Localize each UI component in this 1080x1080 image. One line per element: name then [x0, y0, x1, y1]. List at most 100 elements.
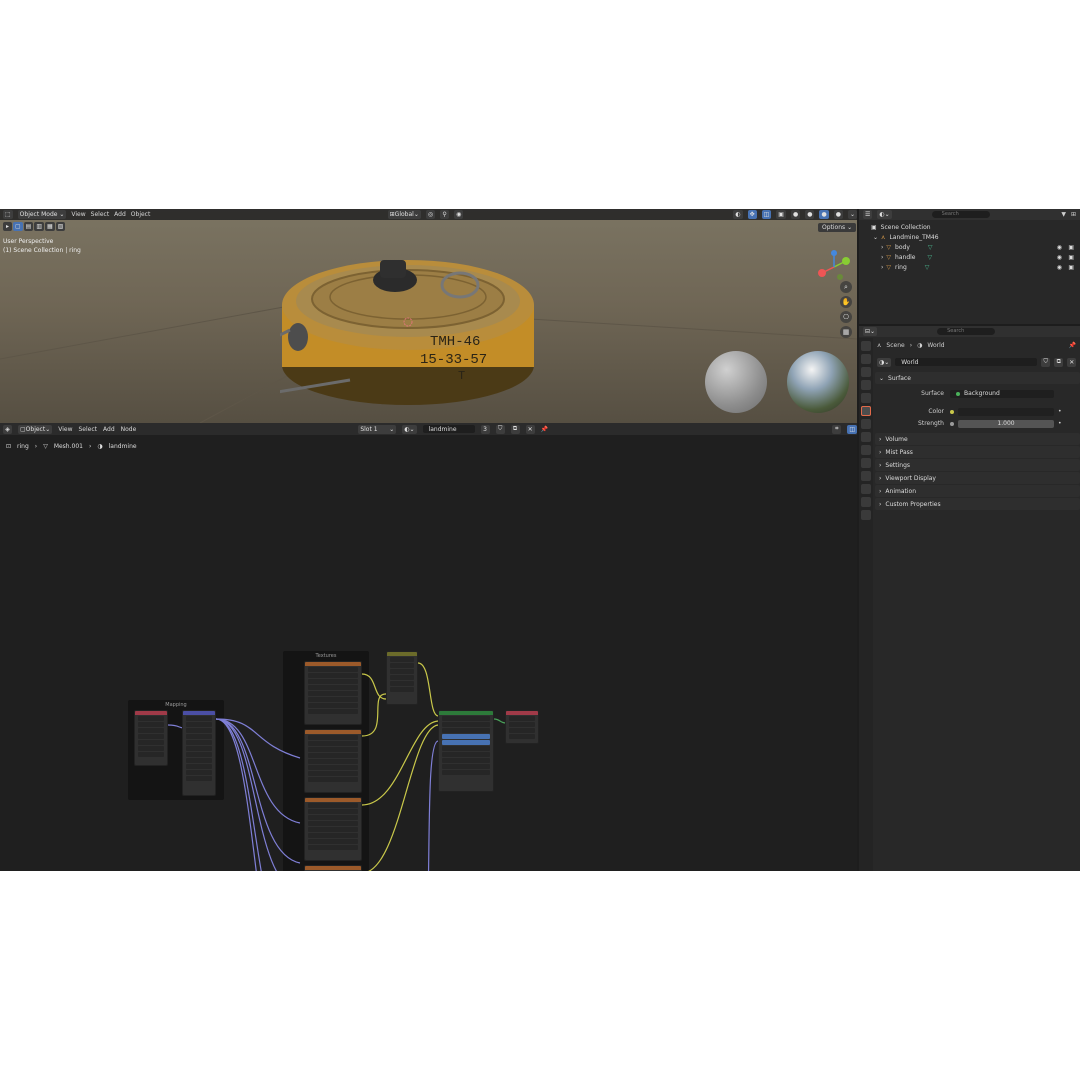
- transform-orientation-dropdown[interactable]: ⊞ Global ⌄: [387, 210, 421, 219]
- outliner-type-icon[interactable]: ☰: [863, 210, 873, 219]
- value-socket-icon[interactable]: [950, 421, 954, 426]
- fake-user-icon[interactable]: ⛉: [1041, 357, 1051, 367]
- mode-dropdown[interactable]: Object Mode ⌄: [17, 210, 67, 219]
- object-tab-icon[interactable]: [861, 419, 871, 429]
- section-custom-properties[interactable]: › Custom Properties: [875, 498, 1080, 510]
- xray-icon[interactable]: ▣: [776, 210, 786, 219]
- navigation-gizmo[interactable]: [816, 249, 852, 285]
- select-intersect-icon[interactable]: ▧: [55, 222, 66, 231]
- proportional-edit-icon[interactable]: ◉: [454, 210, 464, 219]
- display-mode-icon[interactable]: ◐⌄: [877, 210, 892, 219]
- color-socket-icon[interactable]: [950, 409, 954, 414]
- render-tab-icon[interactable]: [861, 354, 871, 364]
- material-shading-icon[interactable]: ●: [819, 210, 829, 219]
- section-viewport-display[interactable]: › Viewport Display: [875, 472, 1080, 484]
- shading-options-icon[interactable]: ⌄: [847, 210, 857, 219]
- outliner-collection[interactable]: ⌄ ⋏ Landmine_TM46: [859, 232, 1080, 242]
- overlay-toggle-icon[interactable]: ◫: [761, 210, 772, 219]
- data-tab-icon[interactable]: [861, 484, 871, 494]
- world-selector: ◑⌄ World ⛉ ⧉ ✕: [875, 356, 1080, 368]
- texture-tab-icon[interactable]: [861, 510, 871, 520]
- outliner-item-handle[interactable]: › ▽ handle ▽ ◉ ▣: [859, 252, 1080, 262]
- strength-options-icon[interactable]: •: [1058, 420, 1062, 427]
- world-tab-icon[interactable]: [861, 406, 871, 416]
- section-settings[interactable]: › Settings: [875, 459, 1080, 471]
- menu-add[interactable]: Add: [114, 211, 126, 218]
- outliner-scene-collection[interactable]: ▣ Scene Collection: [859, 222, 1080, 232]
- particles-tab-icon[interactable]: [861, 445, 871, 455]
- grid-view-icon[interactable]: ▦: [840, 326, 852, 338]
- section-volume[interactable]: › Volume: [875, 433, 1080, 445]
- node-image-texture-1[interactable]: [304, 661, 362, 725]
- render-camera-icon[interactable]: ▣: [1068, 264, 1074, 271]
- zoom-icon[interactable]: ⌕: [840, 281, 852, 293]
- eye-icon[interactable]: ◉: [1057, 244, 1062, 251]
- eye-icon[interactable]: ◉: [1057, 264, 1062, 271]
- camera-view-icon[interactable]: ⎔: [840, 311, 852, 323]
- pin-icon[interactable]: 📌: [1069, 342, 1076, 349]
- wireframe-shading-icon[interactable]: ●: [790, 210, 801, 219]
- editor-type-icon[interactable]: ⬚: [3, 210, 13, 219]
- output-tab-icon[interactable]: [861, 367, 871, 377]
- node-image-texture-2[interactable]: [304, 729, 362, 793]
- new-collection-icon[interactable]: ⊞: [1071, 211, 1076, 218]
- properties-search-input[interactable]: Search: [937, 328, 996, 335]
- select-invert-icon[interactable]: ▦: [45, 222, 55, 231]
- outliner-item-label: handle: [895, 253, 916, 261]
- physics-tab-icon[interactable]: [861, 458, 871, 468]
- node-image-texture-4[interactable]: [304, 865, 362, 871]
- color-swatch[interactable]: [958, 407, 1054, 416]
- tool-select-icon[interactable]: ▸: [3, 222, 12, 231]
- node-mapping[interactable]: [182, 710, 216, 796]
- pivot-icon[interactable]: ◎: [425, 210, 436, 219]
- visibility-icon[interactable]: ◐: [733, 210, 743, 219]
- properties-body: ⋏ Scene › ◑ World 📌 ◑⌄ World ⛉ ⧉ ✕ ⌄ Sur…: [875, 338, 1080, 511]
- node-header: [135, 711, 167, 715]
- section-surface[interactable]: ⌄ Surface: [875, 372, 1080, 384]
- outliner-item-body[interactable]: › ▽ body ▽ ◉ ▣: [859, 242, 1080, 252]
- modifier-tab-icon[interactable]: [861, 432, 871, 442]
- options-dropdown[interactable]: Options ⌄: [818, 223, 857, 232]
- properties-type-icon[interactable]: ⊟⌄: [863, 327, 878, 336]
- select-box-icon[interactable]: ▢: [13, 222, 23, 231]
- rendered-shading-icon[interactable]: ●: [833, 210, 843, 219]
- duplicate-world-icon[interactable]: ⧉: [1054, 357, 1064, 367]
- outliner-item-ring[interactable]: › ▽ ring ▽ ◉ ▣: [859, 262, 1080, 272]
- menu-select[interactable]: Select: [91, 211, 110, 218]
- surface-shader-field[interactable]: Background: [950, 389, 1054, 398]
- select-extend-icon[interactable]: ▤: [23, 222, 34, 231]
- landmine-model[interactable]: ТМН-46 15-33-57 Т: [280, 235, 535, 410]
- unlink-world-icon[interactable]: ✕: [1067, 357, 1077, 367]
- node-image-texture-3[interactable]: [304, 797, 362, 861]
- view-layer-tab-icon[interactable]: [861, 380, 871, 390]
- shader-node-editor[interactable]: ◈ ▢ Object ⌄ View Select Add Node Slot 1…: [0, 423, 857, 871]
- scene-tab-icon[interactable]: [861, 393, 871, 403]
- menu-object[interactable]: Object: [131, 211, 151, 218]
- constraints-tab-icon[interactable]: [861, 471, 871, 481]
- strength-field[interactable]: 1.000: [958, 419, 1054, 428]
- node-mix-rgb[interactable]: [386, 651, 418, 705]
- outliner-search-input[interactable]: Search: [931, 211, 990, 218]
- node-principled-bsdf[interactable]: [438, 710, 494, 792]
- world-name-field[interactable]: World: [895, 358, 1038, 366]
- color-options-icon[interactable]: •: [1058, 408, 1062, 415]
- snap-icon[interactable]: ⚲: [440, 210, 450, 219]
- 3d-viewport[interactable]: ⬚ Object Mode ⌄ View Select Add Object ⊞…: [0, 209, 857, 423]
- menu-view[interactable]: View: [71, 211, 85, 218]
- section-mist-pass[interactable]: › Mist Pass: [875, 446, 1080, 458]
- render-camera-icon[interactable]: ▣: [1068, 244, 1074, 251]
- gizmo-toggle-icon[interactable]: ✥: [747, 210, 757, 219]
- tool-tab-icon[interactable]: [861, 341, 871, 351]
- world-browse-icon[interactable]: ◑⌄: [877, 357, 892, 367]
- material-tab-icon[interactable]: [861, 497, 871, 507]
- node-material-output[interactable]: [505, 710, 539, 744]
- filter-icon[interactable]: ▼: [1061, 211, 1066, 218]
- section-animation[interactable]: › Animation: [875, 485, 1080, 497]
- pan-hand-icon[interactable]: ✋: [840, 296, 852, 308]
- select-subtract-icon[interactable]: ▥: [34, 222, 45, 231]
- section-label: Volume: [885, 435, 908, 443]
- eye-icon[interactable]: ◉: [1057, 254, 1062, 261]
- solid-shading-icon[interactable]: ●: [805, 210, 815, 219]
- node-texture-coordinate[interactable]: [134, 710, 168, 766]
- render-camera-icon[interactable]: ▣: [1068, 254, 1074, 261]
